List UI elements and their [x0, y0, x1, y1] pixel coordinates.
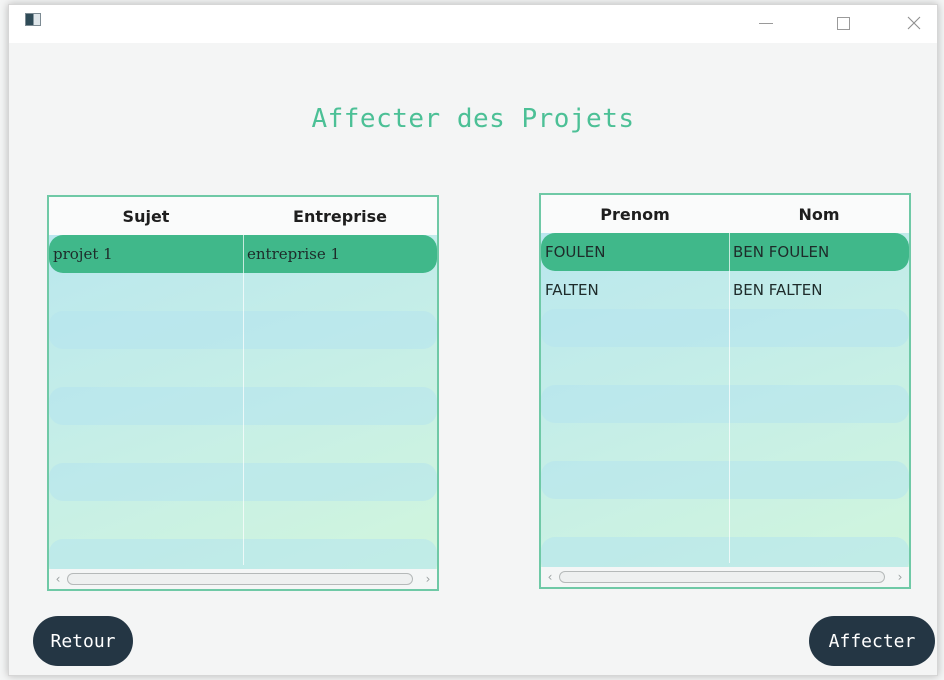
app-icon: [25, 13, 41, 26]
column-header-sujet[interactable]: Sujet: [49, 197, 243, 235]
assign-button[interactable]: Affecter: [809, 616, 935, 666]
scroll-right-icon[interactable]: ›: [421, 571, 435, 587]
column-divider: [243, 235, 244, 565]
row-stripe: [541, 309, 909, 347]
scroll-thumb[interactable]: [67, 573, 413, 585]
column-divider: [729, 233, 730, 563]
cell-prenom: FOULEN: [545, 243, 606, 261]
cell-sujet: projet 1: [53, 245, 113, 263]
column-header-entreprise[interactable]: Entreprise: [243, 197, 437, 235]
title-bar: [9, 5, 937, 43]
maximize-button[interactable]: [822, 7, 864, 39]
scroll-left-icon[interactable]: ‹: [51, 571, 65, 587]
cell-nom: BEN FALTEN: [733, 281, 823, 299]
cell-entreprise: entreprise 1: [247, 245, 341, 263]
scroll-right-icon[interactable]: ›: [893, 569, 907, 585]
row-stripe: [541, 461, 909, 499]
table-header: Prenom Nom: [541, 195, 909, 233]
horizontal-scrollbar[interactable]: ‹ ›: [49, 569, 437, 589]
table-row[interactable]: FOULEN BEN FOULEN: [541, 233, 909, 271]
column-header-nom[interactable]: Nom: [729, 195, 909, 233]
horizontal-scrollbar[interactable]: ‹ ›: [541, 567, 909, 587]
page-title: Affecter des Projets: [311, 104, 635, 134]
students-table[interactable]: Prenom Nom FOULEN BEN FOULEN FALTEN BEN …: [539, 193, 911, 589]
projects-table[interactable]: Sujet Entreprise projet 1 entreprise 1 ‹…: [47, 195, 439, 591]
close-icon: [907, 16, 921, 30]
scroll-left-icon[interactable]: ‹: [543, 569, 557, 585]
table-row[interactable]: FALTEN BEN FALTEN: [541, 271, 909, 309]
scroll-thumb[interactable]: [559, 571, 885, 583]
column-header-prenom[interactable]: Prenom: [541, 195, 729, 233]
back-button[interactable]: Retour: [33, 616, 133, 666]
minimize-icon: [759, 22, 773, 24]
table-header: Sujet Entreprise: [49, 197, 437, 235]
cell-prenom: FALTEN: [545, 281, 599, 299]
maximize-icon: [836, 16, 850, 30]
row-stripe: [541, 385, 909, 423]
close-button[interactable]: [893, 7, 935, 39]
cell-nom: BEN FOULEN: [733, 243, 830, 261]
minimize-button[interactable]: [745, 7, 787, 39]
table-body: FOULEN BEN FOULEN FALTEN BEN FALTEN: [541, 233, 909, 575]
app-window: Affecter des Projets Sujet Entreprise pr…: [8, 4, 938, 676]
